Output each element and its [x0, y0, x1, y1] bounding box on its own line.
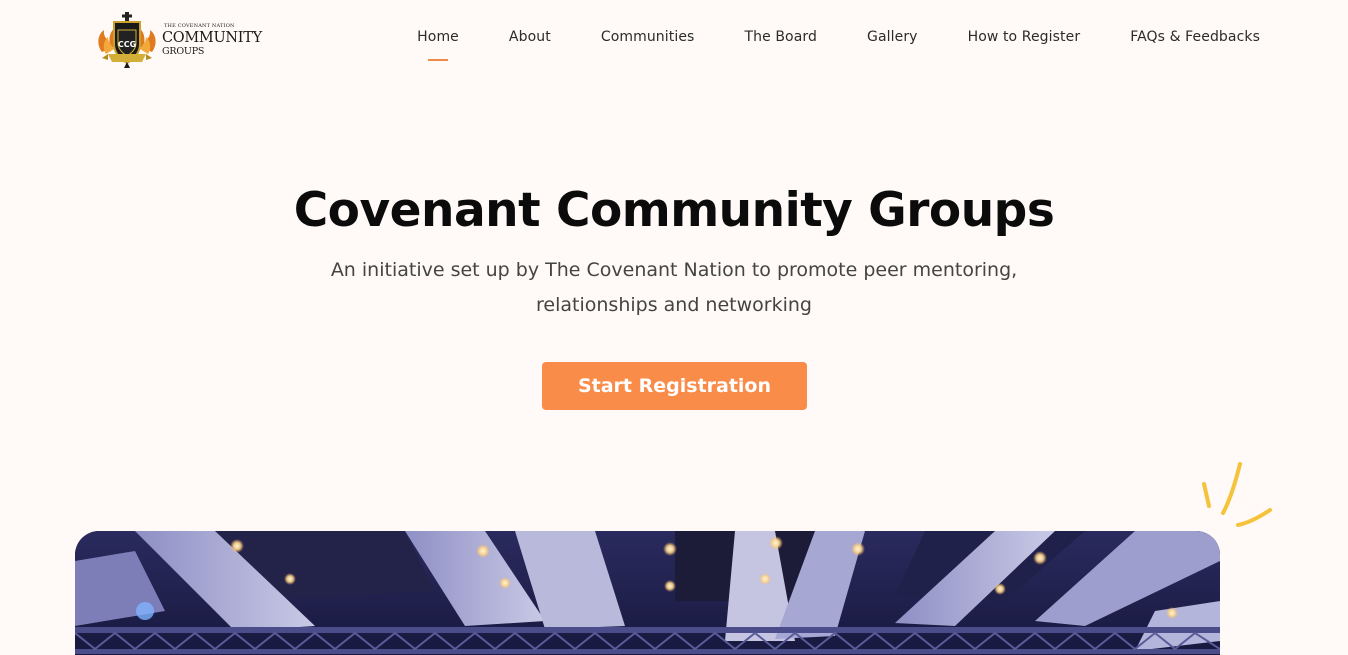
- ccg-emblem-icon: CCG: [98, 12, 156, 68]
- logo-main-text: COMMUNITY: [162, 30, 262, 46]
- nav-gallery[interactable]: Gallery: [867, 29, 918, 45]
- emblem-text: CCG: [118, 40, 136, 49]
- logo-sub-text: GROUPS: [162, 45, 205, 57]
- site-header: CCG THE COVENANT NATION COMMUNITY GROUPS…: [0, 0, 1348, 80]
- active-nav-indicator: [428, 59, 449, 61]
- nav-communities[interactable]: Communities: [601, 29, 695, 45]
- hero-subtitle: An initiative set up by The Covenant Nat…: [330, 259, 1018, 316]
- hero-title: Covenant Community Groups: [293, 183, 1055, 238]
- nav-how-to-register[interactable]: How to Register: [968, 29, 1081, 45]
- nav-faqs-feedbacks[interactable]: FAQs & Feedbacks: [1130, 29, 1260, 45]
- sparkle-doodle-icon: [1202, 462, 1272, 527]
- nav-the-board[interactable]: The Board: [744, 29, 817, 45]
- nav-about[interactable]: About: [509, 29, 551, 45]
- nav-home[interactable]: Home: [417, 29, 459, 61]
- logo-wordmark: THE COVENANT NATION COMMUNITY GROUPS: [162, 24, 262, 56]
- nav-home-label: Home: [417, 29, 459, 45]
- event-hall-image: [75, 531, 1220, 655]
- hall-ceiling-illustration: [75, 531, 1220, 655]
- start-registration-button[interactable]: Start Registration: [542, 362, 807, 410]
- main-nav: Home About Communities The Board Gallery…: [417, 29, 1260, 61]
- logo-small-text: THE COVENANT NATION: [164, 23, 235, 29]
- site-logo[interactable]: CCG THE COVENANT NATION COMMUNITY GROUPS: [94, 10, 262, 70]
